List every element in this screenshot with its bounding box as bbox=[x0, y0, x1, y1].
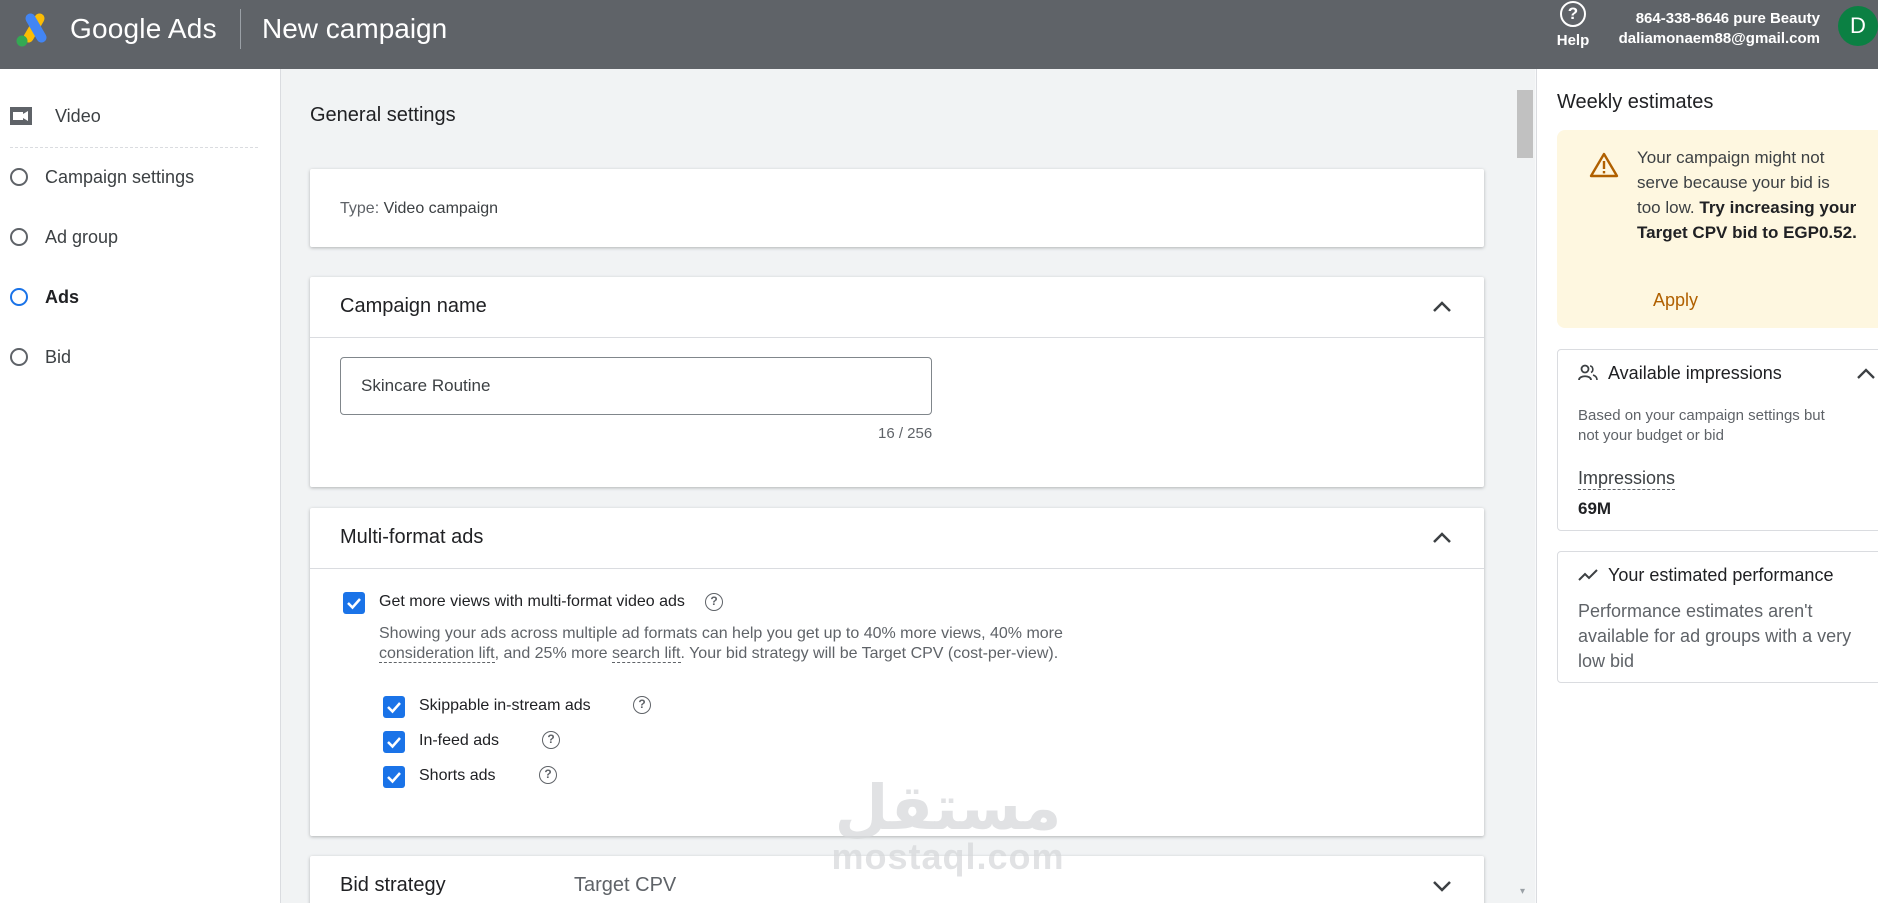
people-icon bbox=[1578, 364, 1598, 381]
nav-divider bbox=[10, 147, 258, 148]
google-ads-logo-icon[interactable] bbox=[14, 10, 56, 48]
watermark: مستقل mostaql.com bbox=[818, 777, 1078, 875]
nav-item-label: Ad group bbox=[45, 226, 119, 247]
multi-format-header[interactable]: Multi-format ads bbox=[310, 508, 1484, 569]
type-value: Video campaign bbox=[383, 200, 499, 217]
checkmark-icon bbox=[387, 702, 401, 714]
shorts-checkbox[interactable] bbox=[383, 766, 405, 788]
shorts-label: Shorts ads bbox=[419, 767, 496, 784]
scroll-down-arrow-icon[interactable]: ▾ bbox=[1520, 886, 1525, 897]
available-impressions-card: Available impressions Based on your camp… bbox=[1557, 349, 1878, 531]
watermark-arabic: مستقل bbox=[834, 771, 1062, 844]
left-nav: Video Campaign settings Ad group Ads Bid bbox=[0, 69, 281, 903]
multi-format-description: Showing your ads across multiple ad form… bbox=[379, 624, 1109, 664]
page-title: New campaign bbox=[262, 13, 448, 44]
scrollbar-thumb[interactable] bbox=[1517, 90, 1533, 158]
multi-format-title: Multi-format ads bbox=[340, 526, 484, 548]
help-circle-icon[interactable]: ? bbox=[542, 731, 560, 749]
impressions-subtitle: Based on your campaign settings but not … bbox=[1578, 407, 1825, 444]
avatar[interactable]: D bbox=[1838, 6, 1878, 46]
desc-text: Showing your ads across multiple ad form… bbox=[379, 625, 1063, 642]
nav-item-label: Bid bbox=[45, 346, 72, 367]
apply-button[interactable]: Apply bbox=[1653, 290, 1698, 311]
multi-format-label: Get more views with multi-format video a… bbox=[379, 593, 685, 610]
consideration-lift-link[interactable]: consideration lift bbox=[379, 645, 495, 663]
impressions-label[interactable]: Impressions bbox=[1578, 468, 1676, 490]
help-circle-icon[interactable]: ? bbox=[539, 766, 557, 784]
impressions-value: 69M bbox=[1578, 499, 1612, 518]
bid-strategy-value: Target CPV bbox=[574, 874, 677, 896]
nav-item-campaign-settings[interactable]: Campaign settings bbox=[10, 162, 194, 192]
video-camera-icon bbox=[10, 107, 32, 125]
watermark-latin: mostaql.com bbox=[831, 836, 1065, 877]
weekly-estimates-title: Weekly estimates bbox=[1557, 91, 1714, 113]
skippable-in-stream-label: Skippable in-stream ads bbox=[419, 697, 591, 714]
help-label: Help bbox=[1556, 32, 1590, 49]
campaign-type: Type: Video campaign bbox=[340, 200, 498, 218]
nav-item-label: Video bbox=[55, 105, 101, 126]
skippable-in-stream-checkbox[interactable] bbox=[383, 696, 405, 718]
brand-name[interactable]: Google Ads bbox=[70, 13, 217, 45]
help-icon: ? bbox=[1560, 1, 1586, 27]
header-divider bbox=[240, 9, 241, 49]
search-lift-link[interactable]: search lift bbox=[612, 645, 681, 663]
help-circle-icon[interactable]: ? bbox=[633, 696, 651, 714]
desc-text: . Your bid strategy will be Target CPV (… bbox=[680, 645, 1059, 662]
campaign-name-card: Campaign name 16 / 256 bbox=[310, 277, 1484, 487]
chevron-down-icon[interactable] bbox=[1432, 876, 1452, 896]
warning-text: Your campaign might not serve because yo… bbox=[1637, 145, 1857, 245]
account-name: 864-338-8646 pure Beauty bbox=[1635, 10, 1820, 27]
radio-icon bbox=[10, 168, 28, 186]
section-title: General settings bbox=[310, 104, 456, 126]
campaign-name-input[interactable] bbox=[340, 357, 932, 415]
checkmark-icon bbox=[387, 737, 401, 749]
multi-format-checkbox[interactable] bbox=[343, 592, 365, 614]
type-card: Type: Video campaign bbox=[310, 169, 1484, 247]
account-email: daliamonaem88@gmail.com bbox=[1618, 30, 1820, 47]
checkmark-icon bbox=[347, 598, 361, 610]
scrollbar-track[interactable] bbox=[1517, 69, 1535, 903]
nav-item-video[interactable]: Video bbox=[10, 101, 101, 131]
trending-up-icon bbox=[1578, 569, 1598, 581]
chevron-up-icon[interactable] bbox=[1432, 528, 1452, 548]
nav-item-ad-group[interactable]: Ad group bbox=[10, 222, 118, 252]
account-info[interactable]: 864-338-8646 pure Beauty daliamonaem88@g… bbox=[1619, 9, 1820, 49]
estimated-performance-card: Your estimated performance Performance e… bbox=[1557, 551, 1878, 683]
radio-icon bbox=[10, 288, 28, 306]
estimated-performance-title: Your estimated performance bbox=[1608, 565, 1834, 585]
type-label: Type: bbox=[340, 200, 380, 217]
nav-item-label: Ads bbox=[45, 286, 80, 307]
warning-icon bbox=[1589, 152, 1619, 178]
low-bid-warning: Your campaign might not serve because yo… bbox=[1557, 130, 1878, 328]
weekly-estimates-panel: Weekly estimates Your campaign might not… bbox=[1536, 69, 1878, 903]
available-impressions-title: Available impressions bbox=[1608, 363, 1782, 383]
radio-icon bbox=[10, 228, 28, 246]
in-feed-checkbox[interactable] bbox=[383, 731, 405, 753]
chevron-up-icon[interactable] bbox=[1432, 297, 1452, 317]
chevron-up-icon[interactable] bbox=[1856, 366, 1876, 380]
in-feed-label: In-feed ads bbox=[419, 732, 500, 749]
top-bar: Google Ads New campaign ? Help 864-338-8… bbox=[0, 0, 1878, 69]
bid-strategy-title: Bid strategy bbox=[340, 874, 446, 896]
checkmark-icon bbox=[387, 772, 401, 784]
campaign-name-title: Campaign name bbox=[340, 295, 487, 317]
nav-item-bid[interactable]: Bid bbox=[10, 342, 71, 372]
main-content: General settings Type: Video campaign Ca… bbox=[281, 69, 1518, 903]
radio-icon bbox=[10, 348, 28, 366]
estimated-performance-text: Performance estimates aren't available f… bbox=[1578, 601, 1852, 671]
character-counter: 16 / 256 bbox=[878, 425, 933, 442]
help-circle-icon[interactable]: ? bbox=[705, 593, 723, 611]
desc-text: , and 25% more bbox=[494, 645, 613, 662]
campaign-name-header[interactable]: Campaign name bbox=[310, 277, 1484, 338]
nav-item-label: Campaign settings bbox=[45, 166, 195, 187]
help-button[interactable]: ? Help bbox=[1555, 0, 1591, 49]
nav-item-ads[interactable]: Ads bbox=[10, 282, 79, 312]
